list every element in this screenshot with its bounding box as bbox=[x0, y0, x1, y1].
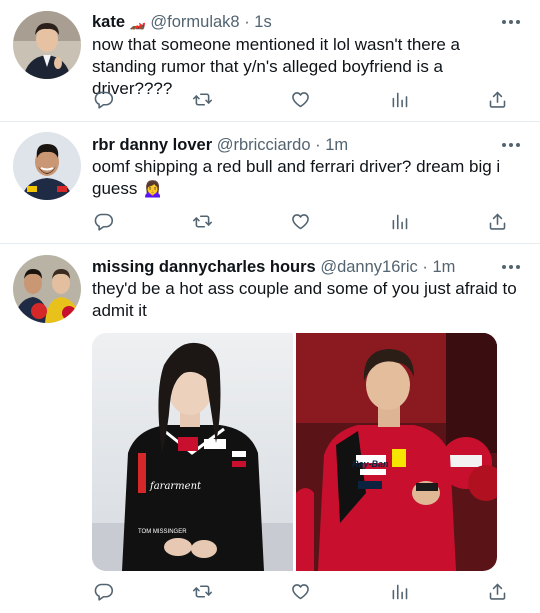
more-icon[interactable] bbox=[502, 262, 520, 272]
sponsor-logo: Ray-Ban bbox=[352, 459, 389, 469]
media-grid: fararment TOM MISSINGER Ray-Ban bbox=[92, 333, 497, 571]
tweet-text: oomf shipping a red bull and ferrari dri… bbox=[92, 157, 501, 198]
separator-dot: · bbox=[315, 136, 321, 154]
more-icon[interactable] bbox=[502, 17, 520, 27]
more-icon[interactable] bbox=[502, 140, 520, 150]
user-handle[interactable]: @formulak8 bbox=[150, 13, 239, 31]
display-name[interactable]: missing dannycharles hours bbox=[92, 258, 316, 276]
tweet[interactable]: rbr danny lover @rbricciardo · 1m oomf s… bbox=[0, 122, 540, 244]
retweet-icon[interactable] bbox=[190, 579, 214, 603]
like-icon[interactable] bbox=[288, 579, 312, 603]
separator-dot: · bbox=[244, 13, 250, 31]
tweet-actions bbox=[0, 579, 540, 603]
tweet[interactable]: missing dannycharles hours @danny16ric ·… bbox=[0, 244, 540, 613]
svg-text:TOM MISSINGER: TOM MISSINGER bbox=[138, 529, 187, 535]
tweet[interactable]: kate 🏎️ @formulak8 · 1s now that someone… bbox=[0, 0, 540, 122]
separator-dot: · bbox=[422, 258, 428, 276]
reply-icon[interactable] bbox=[91, 87, 115, 111]
display-name[interactable]: rbr danny lover bbox=[92, 136, 212, 154]
display-name[interactable]: kate bbox=[92, 13, 125, 31]
views-icon[interactable] bbox=[387, 209, 411, 233]
avatar[interactable] bbox=[13, 132, 81, 200]
reply-icon[interactable] bbox=[91, 209, 115, 233]
timestamp[interactable]: 1m bbox=[325, 136, 348, 154]
reply-icon[interactable] bbox=[91, 579, 115, 603]
retweet-icon[interactable] bbox=[190, 209, 214, 233]
media-watermark: fararment bbox=[149, 481, 202, 492]
timestamp[interactable]: 1m bbox=[433, 258, 456, 276]
avatar[interactable] bbox=[13, 11, 81, 79]
share-icon[interactable] bbox=[485, 209, 509, 233]
tweet-header: rbr danny lover @rbricciardo · 1m bbox=[92, 134, 348, 156]
retweet-icon[interactable] bbox=[190, 87, 214, 111]
media-photo-left[interactable]: fararment TOM MISSINGER bbox=[92, 333, 293, 571]
views-icon[interactable] bbox=[387, 87, 411, 111]
share-icon[interactable] bbox=[485, 87, 509, 111]
race-car-emoji: 🏎️ bbox=[129, 15, 146, 30]
avatar[interactable] bbox=[13, 255, 81, 323]
tweet-actions bbox=[0, 87, 540, 111]
user-handle[interactable]: @danny16ric bbox=[320, 258, 417, 276]
user-handle[interactable]: @rbricciardo bbox=[217, 136, 311, 154]
timestamp[interactable]: 1s bbox=[254, 13, 271, 31]
tweet-actions bbox=[0, 209, 540, 233]
tweet-header: missing dannycharles hours @danny16ric ·… bbox=[92, 256, 455, 278]
like-icon[interactable] bbox=[288, 209, 312, 233]
tweet-text: they'd be a hot ass couple and some of y… bbox=[92, 279, 517, 320]
like-icon[interactable] bbox=[288, 87, 312, 111]
tweet-header: kate 🏎️ @formulak8 · 1s bbox=[92, 11, 272, 33]
share-icon[interactable] bbox=[485, 579, 509, 603]
views-icon[interactable] bbox=[387, 579, 411, 603]
media-photo-right[interactable]: Ray-Ban bbox=[296, 333, 497, 571]
